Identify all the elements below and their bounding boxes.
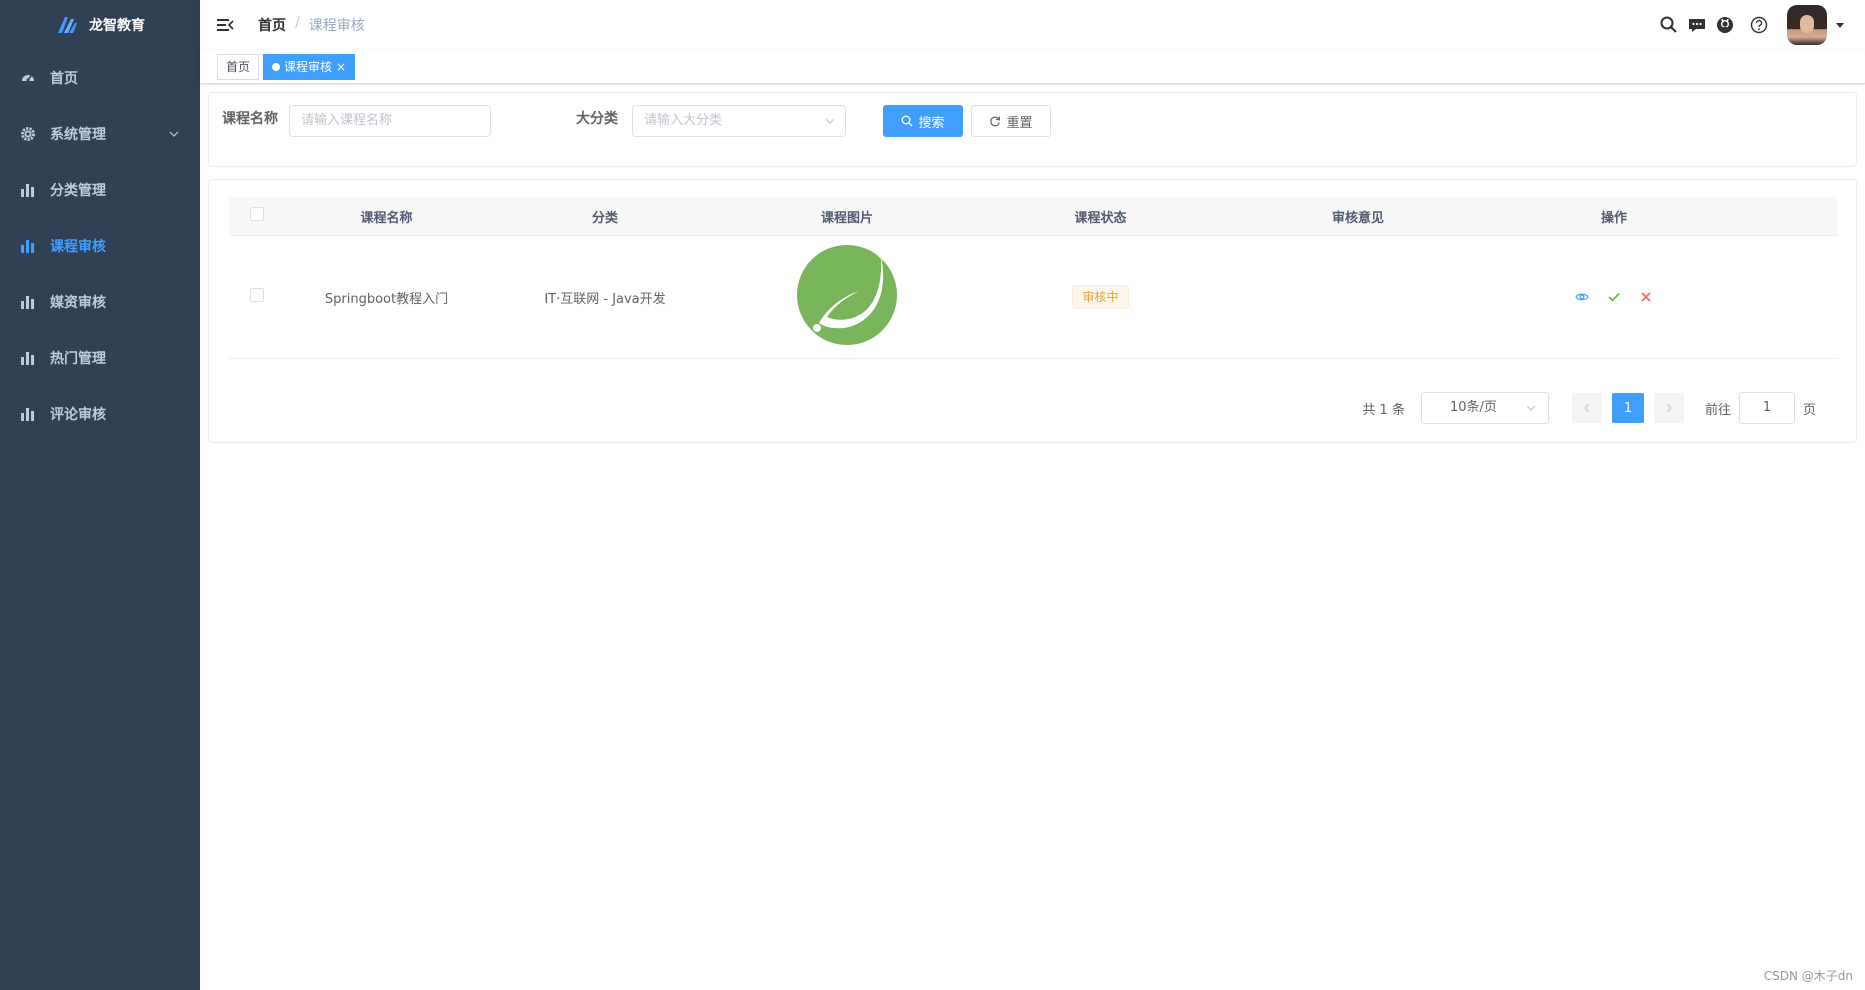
message-icon[interactable] bbox=[1687, 15, 1707, 35]
category-label: 大分类 bbox=[576, 111, 618, 127]
breadcrumb-current: 课程审核 bbox=[308, 18, 365, 34]
chevron-down-icon bbox=[825, 118, 835, 124]
row-select bbox=[229, 288, 284, 306]
approve-check-icon[interactable] bbox=[1607, 290, 1621, 304]
chevron-right-icon bbox=[1667, 404, 1672, 412]
header-course-name: 课程名称 bbox=[360, 210, 413, 226]
course-name-input[interactable]: 请输入课程名称 bbox=[289, 105, 491, 137]
sidebar-item-system[interactable]: 系统管理 bbox=[0, 106, 200, 162]
cell-actions bbox=[1488, 290, 1740, 304]
avatar[interactable] bbox=[1787, 5, 1827, 45]
table-header: 课程名称 分类 课程图片 课程状态 审核意见 操作 bbox=[229, 197, 1838, 236]
page-suffix: 页 bbox=[1802, 402, 1816, 418]
sidebar-item-category[interactable]: 分类管理 bbox=[0, 162, 200, 218]
cell-category: IT·互联网 - Java开发 bbox=[544, 291, 666, 307]
tag-label: 课程审核 bbox=[284, 60, 333, 74]
course-name-label: 课程名称 bbox=[222, 111, 278, 127]
navbar: 首页 / 课程审核 bbox=[200, 0, 1865, 50]
bar-chart-icon bbox=[21, 296, 34, 309]
dashboard-icon bbox=[22, 75, 34, 82]
gear-icon bbox=[21, 127, 35, 141]
sidebar-item-label: 热门管理 bbox=[50, 351, 106, 367]
category-placeholder: 请输入大分类 bbox=[644, 113, 723, 128]
table-card: 课程名称 分类 课程图片 课程状态 审核意见 操作 Springboot教程入门… bbox=[208, 179, 1857, 443]
search-button[interactable]: 搜索 bbox=[883, 105, 963, 137]
header-actions: 操作 bbox=[1600, 210, 1627, 226]
search-button-label: 搜索 bbox=[918, 115, 945, 131]
sidebar-item-course-review[interactable]: 课程审核 bbox=[0, 218, 200, 274]
goto-label: 前往 bbox=[1704, 402, 1731, 418]
sidebar-item-home[interactable]: 首页 bbox=[0, 50, 200, 106]
sidebar-item-hot[interactable]: 热门管理 bbox=[0, 330, 200, 386]
category-select[interactable]: 请输入大分类 bbox=[632, 105, 846, 137]
search-form: 课程名称 请输入课程名称 大分类 请输入大分类 搜索 重置 bbox=[208, 92, 1857, 167]
breadcrumb: 首页 / 课程审核 bbox=[258, 15, 365, 35]
bar-chart-icon bbox=[21, 408, 34, 421]
sidebar-item-label: 首页 bbox=[50, 71, 78, 87]
page-size-select[interactable]: 10条/页 bbox=[1420, 392, 1549, 424]
table-row: Springboot教程入门 IT·互联网 - Java开发 审核中 bbox=[229, 236, 1838, 359]
cell-course-status: 审核中 bbox=[973, 285, 1228, 309]
logo[interactable]: 龙智教育 bbox=[0, 0, 200, 50]
cell-course-image bbox=[721, 245, 973, 349]
help-icon[interactable] bbox=[1749, 15, 1769, 35]
close-icon[interactable]: × bbox=[336, 60, 346, 74]
view-icon[interactable] bbox=[1575, 290, 1589, 304]
header-course-status: 课程状态 bbox=[1074, 210, 1127, 226]
page-number-button[interactable]: 1 bbox=[1611, 393, 1644, 423]
search-icon bbox=[902, 115, 913, 127]
next-page-button[interactable] bbox=[1653, 393, 1684, 423]
page-size-value: 10条/页 bbox=[1449, 400, 1497, 415]
sidebar-item-label: 评论审核 bbox=[50, 407, 106, 423]
refresh-icon bbox=[990, 116, 1001, 127]
bar-chart-icon bbox=[21, 240, 34, 253]
sidebar-item-label: 媒资审核 bbox=[50, 295, 106, 311]
pagination: 共 1 条 10条/页 1 前往 1 页 bbox=[1362, 392, 1816, 424]
breadcrumb-home[interactable]: 首页 bbox=[258, 15, 286, 35]
active-dot-icon bbox=[272, 63, 280, 71]
header-select-all bbox=[229, 207, 284, 225]
cell-course-name: Springboot教程入门 bbox=[324, 291, 449, 307]
search-icon[interactable] bbox=[1659, 15, 1679, 35]
status-badge: 审核中 bbox=[1072, 285, 1129, 309]
row-checkbox[interactable] bbox=[249, 288, 264, 302]
chevron-down-icon bbox=[1526, 405, 1536, 411]
header-review-opinion: 审核意见 bbox=[1331, 210, 1384, 226]
tags-view: 首页 课程审核 × bbox=[200, 50, 1865, 84]
reject-close-icon[interactable] bbox=[1639, 290, 1653, 304]
bar-chart-icon bbox=[21, 352, 34, 365]
hamburger-icon[interactable] bbox=[216, 16, 234, 34]
app-name: 龙智教育 bbox=[89, 18, 145, 34]
header-category: 分类 bbox=[591, 210, 618, 226]
watermark: CSDN @木子dn bbox=[1763, 969, 1853, 983]
sidebar-item-label: 分类管理 bbox=[50, 183, 106, 199]
sidebar: 龙智教育 首页 系统管理 分类管理 课程审核 媒资审核 热门管理 评论审核 bbox=[0, 0, 200, 990]
goto-page-input[interactable]: 1 bbox=[1738, 392, 1795, 424]
caret-down-icon[interactable] bbox=[1835, 20, 1845, 30]
select-all-checkbox[interactable] bbox=[249, 207, 264, 221]
prev-page-button[interactable] bbox=[1571, 393, 1602, 423]
logo-icon bbox=[58, 17, 77, 33]
chevron-down-icon bbox=[169, 131, 179, 137]
chevron-left-icon bbox=[1584, 404, 1589, 412]
tag-course-review[interactable]: 课程审核 × bbox=[263, 54, 356, 80]
right-menu bbox=[1659, 0, 1845, 50]
reset-button[interactable]: 重置 bbox=[971, 105, 1051, 137]
sidebar-item-label: 课程审核 bbox=[50, 239, 106, 255]
pagination-total: 共 1 条 bbox=[1362, 402, 1405, 418]
breadcrumb-separator: / bbox=[295, 15, 300, 31]
tag-home[interactable]: 首页 bbox=[217, 54, 260, 80]
course-table: 课程名称 分类 课程图片 课程状态 审核意见 操作 Springboot教程入门… bbox=[229, 197, 1838, 359]
reset-button-label: 重置 bbox=[1006, 115, 1033, 131]
github-icon[interactable] bbox=[1715, 15, 1735, 35]
tag-label: 首页 bbox=[226, 60, 251, 74]
bar-chart-icon bbox=[21, 184, 34, 197]
sidebar-item-label: 系统管理 bbox=[50, 127, 106, 143]
main-content: 课程名称 请输入课程名称 大分类 请输入大分类 搜索 重置 课程名称 分类 课程… bbox=[200, 85, 1865, 990]
sidebar-item-comment-review[interactable]: 评论审核 bbox=[0, 386, 200, 442]
spring-leaf-logo[interactable] bbox=[797, 245, 897, 345]
sidebar-item-media-review[interactable]: 媒资审核 bbox=[0, 274, 200, 330]
header-course-image: 课程图片 bbox=[820, 210, 873, 226]
